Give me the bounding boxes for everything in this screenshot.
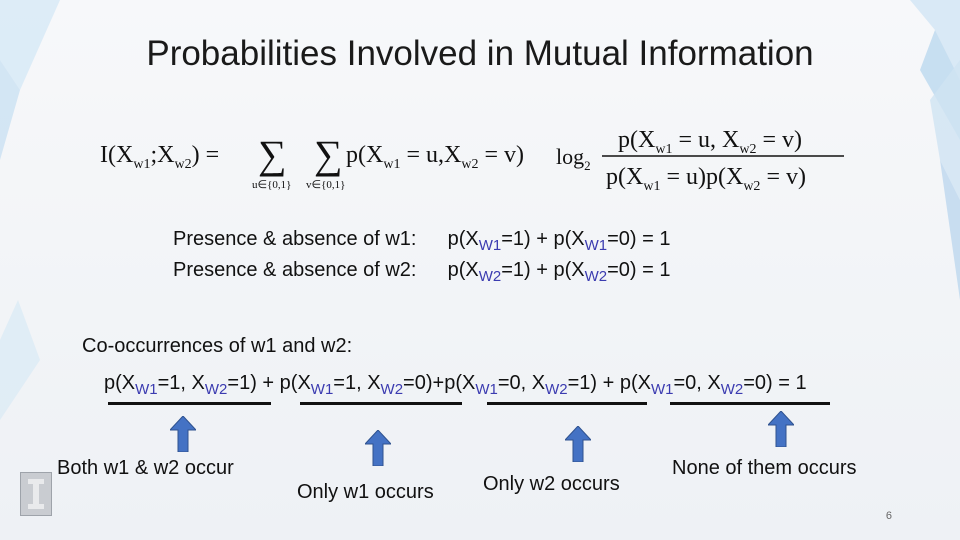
caption-only-w1: Only w1 occurs xyxy=(297,481,434,503)
formula-denominator: p(Xw1 = u)p(Xw2 = v) xyxy=(606,164,806,194)
mutual-information-formula: I(Xw1;Xw2) = ∑ u∈{0,1} ∑ v∈{0,1} p(Xw1 =… xyxy=(100,120,860,200)
cooccurrence-label: Co-occurrences of w1 and w2: xyxy=(82,335,353,357)
sum-u-range: u∈{0,1} xyxy=(252,179,291,191)
formula-lhs: I(Xw1;Xw2) = xyxy=(100,142,219,172)
formula-numerator: p(Xw1 = u, Xw2 = v) xyxy=(618,127,802,157)
arrow-up-icon xyxy=(170,416,196,452)
caption-only-w2: Only w2 occurs xyxy=(483,473,620,495)
underline-only-w2 xyxy=(487,402,647,405)
sum-v-symbol: ∑ xyxy=(314,132,343,177)
caption-both: Both w1 & w2 occur xyxy=(57,457,234,479)
presence-w1-row: Presence & absence of w1: p(XW1=1) + p(X… xyxy=(173,228,671,254)
underline-both xyxy=(108,402,271,405)
arrow-up-icon xyxy=(565,426,591,462)
sum-v-range: v∈{0,1} xyxy=(306,179,345,191)
sum-u-symbol: ∑ xyxy=(258,132,287,177)
presence-w1-label: Presence & absence of w1: xyxy=(173,228,417,250)
presence-w2-label: Presence & absence of w2: xyxy=(173,259,417,281)
arrow-up-icon xyxy=(365,430,391,466)
cooccurrence-equation: p(XW1=1, XW2=1) + p(XW1=1, XW2=0)+p(XW1=… xyxy=(104,372,807,398)
decor-right xyxy=(910,0,960,300)
slide: Probabilities Involved in Mutual Informa… xyxy=(0,0,960,540)
formula-joint: p(Xw1 = u,Xw2 = v) xyxy=(346,142,524,172)
university-logo xyxy=(20,472,52,516)
formula-log: log2 xyxy=(556,144,591,173)
presence-w2-row: Presence & absence of w2: p(XW2=1) + p(X… xyxy=(173,259,671,285)
arrow-up-icon xyxy=(768,411,794,447)
slide-title: Probabilities Involved in Mutual Informa… xyxy=(146,34,814,73)
underline-only-w1 xyxy=(300,402,462,405)
underline-none xyxy=(670,402,830,405)
caption-none: None of them occurs xyxy=(672,457,857,479)
page-number: 6 xyxy=(885,510,892,522)
